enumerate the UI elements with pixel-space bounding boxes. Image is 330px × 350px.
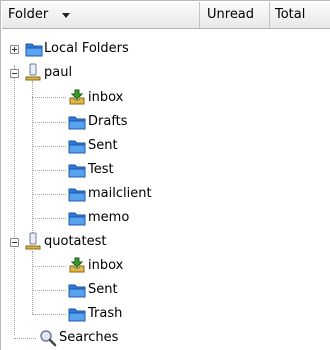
total-column-header[interactable]: Total (270, 2, 330, 28)
tree-item-label: Sent (88, 282, 118, 297)
magnifier-icon (39, 329, 57, 347)
tree-item-label: mailclient (88, 186, 152, 201)
inbox-icon (68, 256, 86, 274)
total-column-label: Total (275, 7, 306, 22)
folder-column-header[interactable]: Folder (2, 2, 200, 28)
folder-icon (68, 161, 86, 179)
tree-item-mailclient[interactable]: mailclient (1, 182, 330, 206)
folder-icon (68, 305, 86, 323)
expand-plus-icon[interactable] (10, 45, 19, 54)
tree-item-label: paul (44, 65, 73, 80)
tree-item-label: memo (88, 210, 130, 225)
tree-item-drafts[interactable]: Drafts (1, 110, 330, 134)
folder-icon (25, 40, 43, 58)
tree-item-label: Searches (59, 330, 119, 345)
folder-icon (68, 137, 86, 155)
folder-icon (68, 185, 86, 203)
column-header: Folder Unread Total (2, 2, 330, 29)
tree-item-inbox[interactable]: inbox (1, 86, 330, 110)
folder-icon (68, 209, 86, 227)
folder-column-label: Folder (8, 7, 49, 22)
collapse-minus-icon[interactable] (10, 69, 19, 78)
folder-tree-panel: Folder Unread Total Local Folders paul i… (0, 0, 330, 350)
tree-item-local-folders[interactable]: Local Folders (1, 37, 330, 61)
tree-item-memo[interactable]: memo (1, 206, 330, 230)
inbox-icon (68, 88, 86, 106)
tree-item-test[interactable]: Test (1, 158, 330, 182)
sort-down-icon[interactable] (62, 13, 70, 18)
tree-item-inbox[interactable]: inbox (1, 254, 330, 278)
tree-item-quotatest[interactable]: quotatest (1, 230, 330, 254)
account-icon (24, 232, 42, 250)
tree-item-sent[interactable]: Sent (1, 278, 330, 302)
tree-item-paul[interactable]: paul (1, 61, 330, 85)
tree-item-searches[interactable]: Searches (1, 326, 330, 350)
folder-icon (68, 113, 86, 131)
tree-item-label: Sent (88, 138, 118, 153)
tree-item-label: inbox (88, 90, 124, 105)
tree-item-trash[interactable]: Trash (1, 302, 330, 326)
tree-item-label: inbox (88, 258, 124, 273)
tree-item-label: Trash (88, 306, 123, 321)
unread-column-label: Unread (207, 7, 255, 22)
tree-item-label: Test (88, 162, 114, 177)
account-icon (24, 63, 42, 81)
tree-item-sent[interactable]: Sent (1, 134, 330, 158)
collapse-minus-icon[interactable] (10, 238, 19, 247)
folder-icon (68, 281, 86, 299)
unread-column-header[interactable]: Unread (200, 2, 270, 28)
tree-item-label: quotatest (44, 234, 107, 249)
tree-item-label: Local Folders (44, 41, 129, 56)
tree-item-label: Drafts (88, 114, 128, 129)
